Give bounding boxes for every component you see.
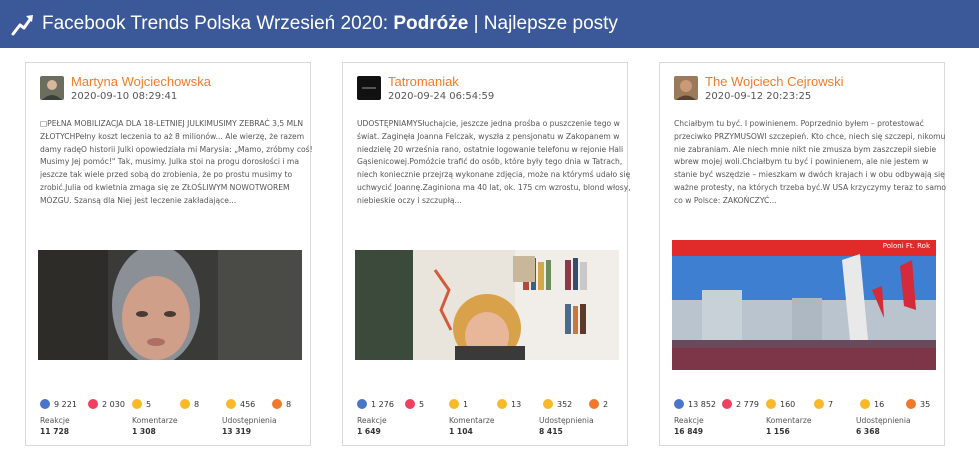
avatar <box>357 76 381 100</box>
author-name[interactable]: Martyna Wojciechowska <box>71 74 211 89</box>
haha-icon <box>132 399 142 409</box>
wow-count: 8 <box>180 399 199 409</box>
photo-caption: Poloni Ft. Rok <box>882 242 930 250</box>
angry-icon <box>589 399 599 409</box>
stats-row: Reakcje 16 849 Komentarze 1 156 Udostępnie… <box>674 415 938 441</box>
post-image[interactable] <box>38 250 302 360</box>
trend-arrow-icon <box>11 15 33 36</box>
haha-icon <box>766 399 776 409</box>
comments-total: Komentarze 1 308 <box>132 416 178 436</box>
post-text: Chciałbym tu być. I powinienem. Poprzedn… <box>674 119 947 205</box>
post-card[interactable]: Martyna Wojciechowska 2020-09-10 08:29:4… <box>25 62 313 446</box>
post-date: 2020-09-24 06:54:59 <box>388 91 495 102</box>
angry-count: 35 <box>906 399 930 409</box>
post-card[interactable]: Tatromaniak 2020-09-24 06:54:59 UDOSTĘPN… <box>342 62 631 446</box>
reactions-row: 13 852 2 779 160 7 16 35 <box>674 399 938 411</box>
post-date: 2020-09-10 08:29:41 <box>71 91 178 102</box>
reactions-row: 1 276 5 1 13 352 2 <box>357 399 621 411</box>
sad-count: 456 <box>226 399 255 409</box>
angry-count: 2 <box>589 399 608 409</box>
sad-count: 352 <box>543 399 572 409</box>
post-image[interactable]: Poloni Ft. Rok <box>672 240 936 370</box>
wow-icon <box>497 399 507 409</box>
comments-total: Komentarze 1 156 <box>766 416 812 436</box>
shares-total: Udostępnienia 8 415 <box>539 416 594 436</box>
haha-count: 5 <box>132 399 151 409</box>
post-text: UDOSTĘPNIAMYSłuchajcie, jeszcze jedna pr… <box>357 119 631 205</box>
author-name[interactable]: The Wojciech Cejrowski <box>705 74 843 89</box>
sad-icon <box>543 399 553 409</box>
like-count: 1 276 <box>357 399 394 409</box>
author-name[interactable]: Tatromaniak <box>388 74 459 89</box>
haha-count: 160 <box>766 399 795 409</box>
stats-row: Reakcje 11 728 Komentarze 1 308 Udostępnie… <box>40 415 304 441</box>
sad-icon <box>226 399 236 409</box>
avatar <box>674 76 698 100</box>
post-text: □PEŁNA MOBILIZACJA DLA 18-LETNIEJ JULKIM… <box>40 119 313 205</box>
wow-icon <box>814 399 824 409</box>
like-icon <box>40 399 50 409</box>
like-icon <box>357 399 367 409</box>
reactions-total: Reakcje 16 849 <box>674 416 704 436</box>
shares-total: Udostępnienia 6 368 <box>856 416 911 436</box>
wow-icon <box>180 399 190 409</box>
wow-count: 7 <box>814 399 833 409</box>
love-count: 5 <box>405 399 424 409</box>
post-date: 2020-09-12 20:23:25 <box>705 91 812 102</box>
haha-count: 1 <box>449 399 468 409</box>
love-icon <box>405 399 415 409</box>
like-count: 9 221 <box>40 399 77 409</box>
love-icon <box>88 399 98 409</box>
reactions-row: 9 221 2 030 5 8 456 8 <box>40 399 304 411</box>
reactions-total: Reakcje 1 649 <box>357 416 387 436</box>
haha-icon <box>449 399 459 409</box>
sad-icon <box>860 399 870 409</box>
header-bar: Facebook Trends Polska Wrzesień 2020: Po… <box>0 0 979 48</box>
avatar <box>40 76 64 100</box>
reactions-total: Reakcje 11 728 <box>40 416 70 436</box>
comments-total: Komentarze 1 104 <box>449 416 495 436</box>
post-card[interactable]: The Wojciech Cejrowski 2020-09-12 20:23:… <box>659 62 946 446</box>
sad-count: 16 <box>860 399 884 409</box>
angry-icon <box>906 399 916 409</box>
shares-total: Udostępnienia 13 319 <box>222 416 277 436</box>
like-count: 13 852 <box>674 399 716 409</box>
stats-row: Reakcje 1 649 Komentarze 1 104 Udostępnien… <box>357 415 621 441</box>
love-icon <box>722 399 732 409</box>
post-image[interactable] <box>355 250 619 360</box>
page-title: Facebook Trends Polska Wrzesień 2020: Po… <box>42 13 618 34</box>
love-count: 2 779 <box>722 399 759 409</box>
like-icon <box>674 399 684 409</box>
love-count: 2 030 <box>88 399 125 409</box>
angry-count: 8 <box>272 399 291 409</box>
wow-count: 13 <box>497 399 521 409</box>
angry-icon <box>272 399 282 409</box>
